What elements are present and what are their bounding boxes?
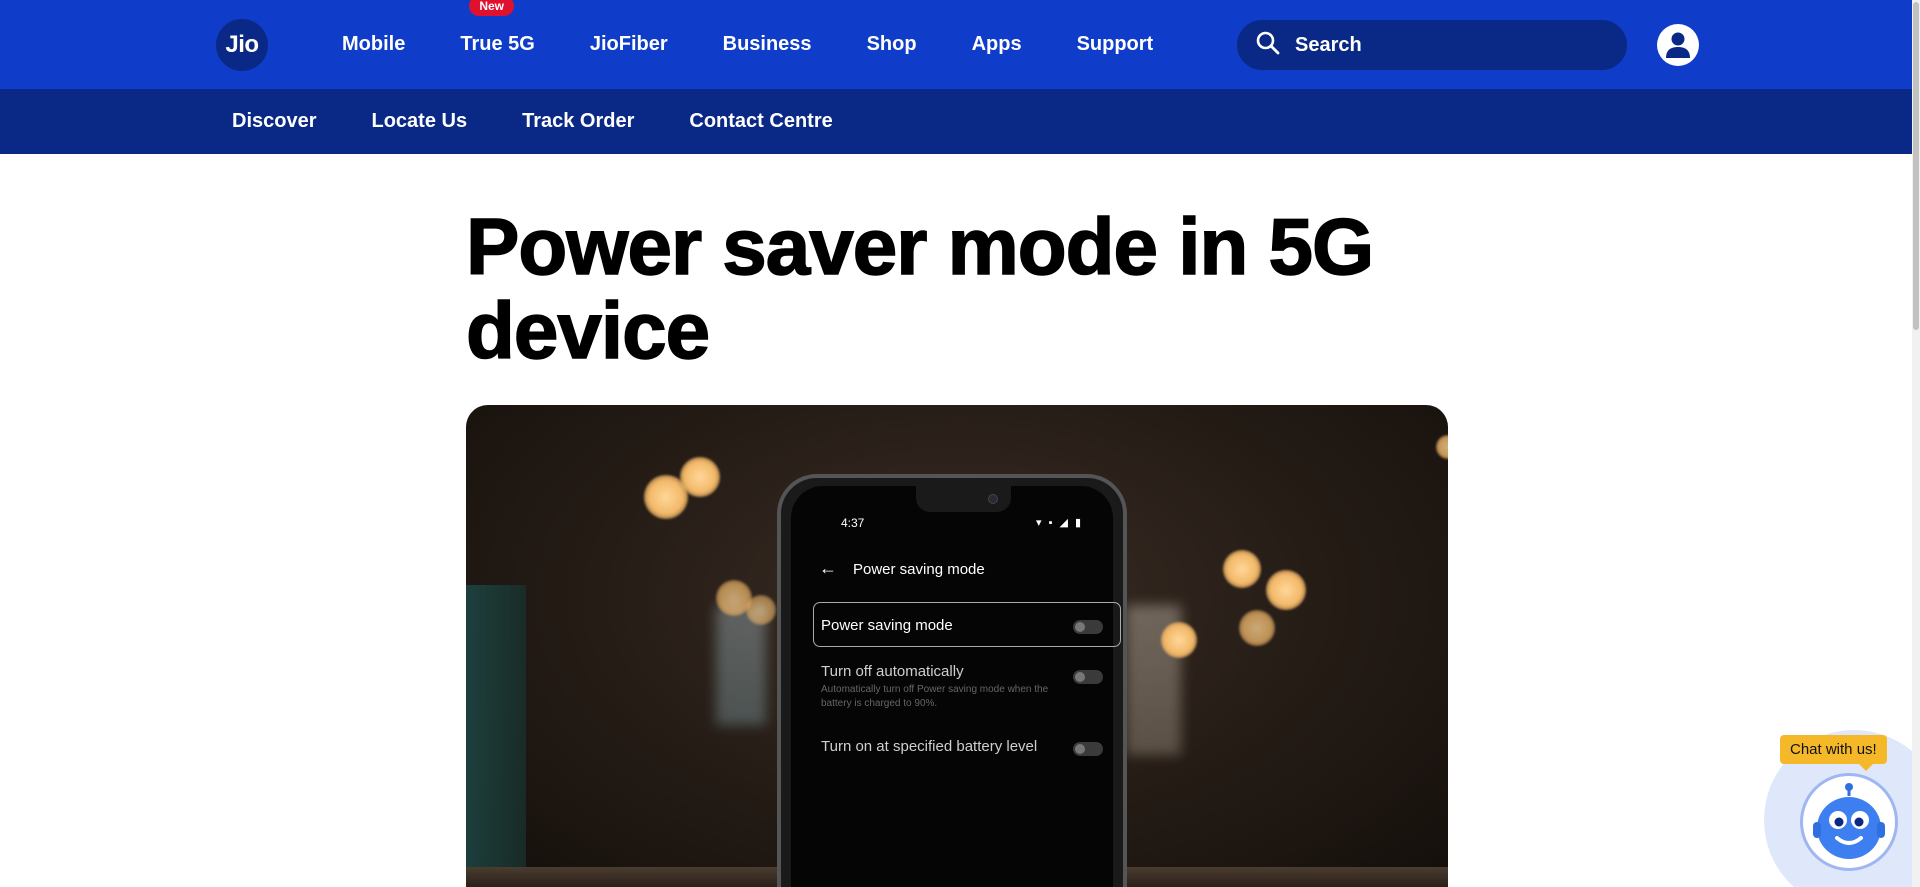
nav-item-apps[interactable]: Apps	[972, 33, 1022, 56]
bokeh-light	[1161, 622, 1197, 658]
bokeh-light	[746, 595, 776, 625]
top-navigation-bar: Jio Mobile New True 5G JioFiber Business…	[0, 0, 1920, 89]
toggle-switch	[1073, 620, 1103, 634]
bokeh-light	[1239, 610, 1275, 646]
back-arrow-icon: ←	[819, 558, 837, 578]
subnav-item-locate-us[interactable]: Locate Us	[372, 110, 468, 133]
hero-image: 4:37 ▾ ▪ ◢ ▮ ← Power saving mode Power s…	[466, 405, 1448, 887]
chatbot-icon[interactable]	[1800, 773, 1898, 871]
bokeh-light	[680, 457, 720, 497]
background-teal-glow	[466, 585, 526, 887]
nav-item-true-5g-label: True 5G	[460, 33, 535, 55]
page-scrollbar[interactable]	[1912, 0, 1920, 887]
setting-label: Turn on at specified battery level	[821, 738, 1038, 755]
phone-mockup: 4:37 ▾ ▪ ◢ ▮ ← Power saving mode Power s…	[777, 474, 1127, 887]
toggle-switch	[1073, 742, 1103, 756]
phone-notch	[916, 486, 1011, 512]
nav-item-true-5g[interactable]: New True 5G	[460, 0, 535, 56]
main-nav: Mobile New True 5G JioFiber Business Sho…	[342, 0, 1208, 89]
subnav-item-discover[interactable]: Discover	[232, 110, 317, 133]
bokeh-light	[1436, 435, 1448, 459]
new-badge: New	[469, 0, 515, 16]
secondary-navigation-bar: Discover Locate Us Track Order Contact C…	[0, 89, 1920, 154]
toggle-switch	[1073, 670, 1103, 684]
setting-label: Power saving mode	[821, 617, 953, 634]
chat-tooltip[interactable]: Chat with us!	[1780, 735, 1887, 771]
setting-label: Turn off automatically	[821, 663, 964, 680]
phone-screen: 4:37 ▾ ▪ ◢ ▮ ← Power saving mode Power s…	[791, 486, 1121, 887]
nav-item-mobile[interactable]: Mobile	[342, 33, 405, 56]
subnav: Discover Locate Us Track Order Contact C…	[232, 89, 888, 154]
search-icon[interactable]	[1255, 30, 1281, 61]
subnav-item-track-order[interactable]: Track Order	[522, 110, 634, 133]
status-icons: ▾ ▪ ◢ ▮	[1036, 517, 1084, 529]
screen-title: Power saving mode	[853, 561, 985, 578]
camera-icon	[988, 494, 998, 504]
scrollbar-thumb[interactable]	[1913, 2, 1919, 330]
nav-item-shop[interactable]: Shop	[867, 33, 917, 56]
user-icon[interactable]	[1657, 24, 1699, 66]
nav-item-business[interactable]: Business	[723, 33, 812, 56]
setting-description: Automatically turn off Power saving mode…	[821, 684, 1049, 709]
article-title: Power saver mode in 5G device	[465, 202, 1375, 375]
bokeh-light	[1266, 570, 1306, 610]
search-bar[interactable]	[1237, 20, 1627, 70]
search-input[interactable]	[1295, 33, 1595, 57]
status-time: 4:37	[841, 516, 865, 530]
jio-logo[interactable]: Jio	[216, 19, 268, 71]
bokeh-light	[1223, 550, 1261, 588]
subnav-item-contact-centre[interactable]: Contact Centre	[689, 110, 832, 133]
nav-item-jiofiber[interactable]: JioFiber	[590, 33, 668, 56]
nav-item-support[interactable]: Support	[1077, 33, 1154, 56]
